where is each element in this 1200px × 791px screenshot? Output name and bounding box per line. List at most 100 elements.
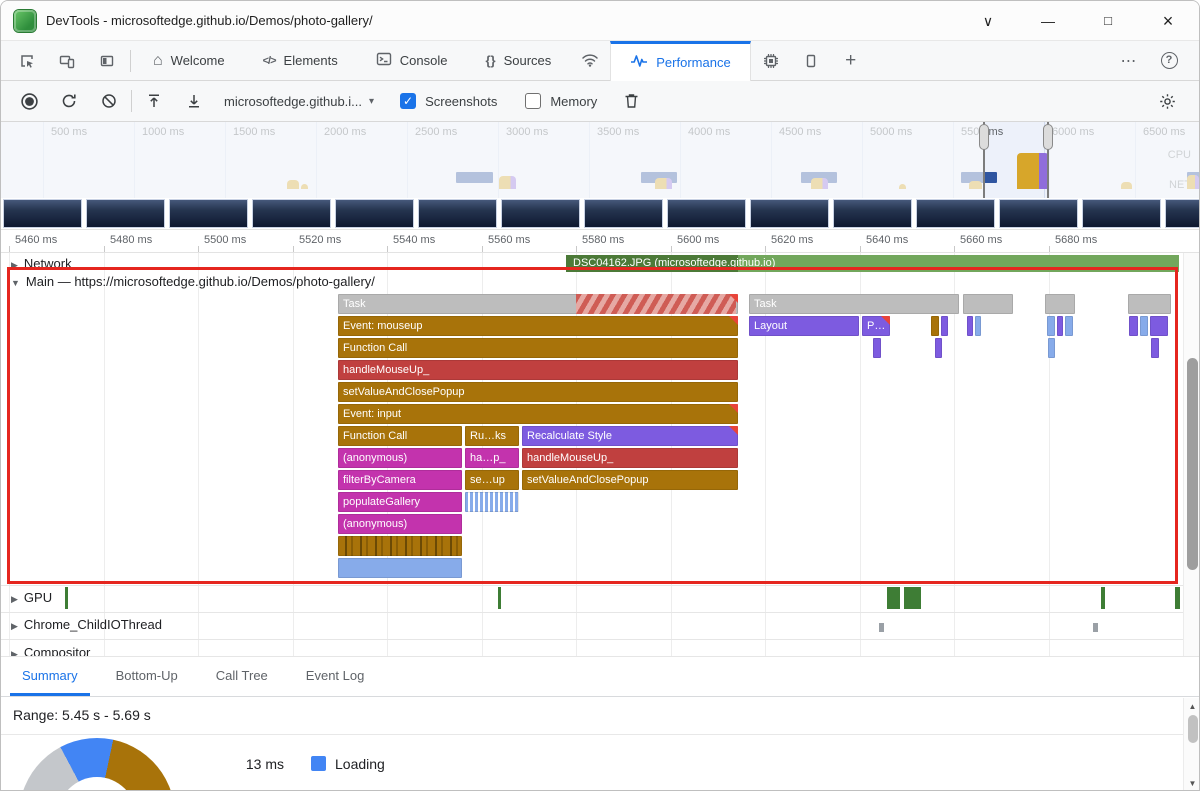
network-conditions-wifi-icon[interactable] — [570, 41, 610, 80]
flame-bar[interactable]: (anonymous) — [338, 448, 462, 468]
tab-call-tree[interactable]: Call Tree — [204, 657, 280, 696]
flame-bar[interactable]: se…up — [465, 470, 519, 490]
io-activity-bar[interactable] — [879, 623, 884, 632]
screenshot-thumbnail[interactable] — [3, 199, 82, 228]
flame-bar[interactable] — [935, 338, 942, 358]
machine-chip-icon[interactable] — [751, 41, 791, 80]
trash-icon[interactable] — [611, 81, 651, 121]
disclosure-collapsed-icon[interactable]: ▶ — [11, 260, 18, 270]
selection-handle-right[interactable] — [1047, 122, 1049, 198]
gpu-activity-bar[interactable] — [887, 587, 900, 609]
scroll-up-arrow-icon[interactable]: ▲ — [1184, 702, 1200, 711]
window-chevron-down-icon[interactable]: ∨ — [975, 9, 1001, 33]
scroll-down-arrow-icon[interactable]: ▼ — [1184, 779, 1200, 788]
flame-bar[interactable] — [941, 316, 948, 336]
device-frame-icon[interactable] — [791, 41, 831, 80]
save-profile-button[interactable] — [174, 81, 214, 121]
flame-bar[interactable] — [1047, 316, 1055, 336]
disclosure-collapsed-icon[interactable]: ▶ — [11, 594, 18, 604]
tab-console[interactable]: Console — [357, 41, 467, 80]
selection-handle-grip[interactable] — [979, 124, 989, 150]
flame-bar[interactable] — [1150, 316, 1168, 336]
window-minimize-button[interactable]: — — [1035, 9, 1061, 33]
flame-bar[interactable] — [963, 294, 1013, 314]
flame-bar[interactable] — [1128, 294, 1171, 314]
flame-bar[interactable]: handleMouseUp_ — [338, 360, 738, 380]
disclosure-expanded-icon[interactable]: ▼ — [11, 278, 20, 288]
timeline-overview[interactable]: CPU NET 500 ms1000 ms1500 ms2000 ms2500 … — [1, 122, 1200, 198]
dock-side-icon[interactable] — [87, 41, 127, 80]
flame-bar[interactable]: Event: mouseup — [338, 316, 738, 336]
flame-bar[interactable]: filterByCamera — [338, 470, 462, 490]
screenshot-thumbnail[interactable] — [86, 199, 165, 228]
flame-bar[interactable]: Event: input — [338, 404, 738, 424]
screenshots-toggle[interactable]: ✓ Screenshots — [400, 93, 497, 109]
window-maximize-button[interactable]: □ — [1095, 9, 1121, 33]
capture-settings-gear-icon[interactable] — [1147, 81, 1187, 121]
history-select[interactable]: microsoftedge.github.i... ▾ — [224, 94, 374, 109]
flame-bar[interactable] — [1057, 316, 1063, 336]
flame-bar[interactable] — [967, 316, 973, 336]
help-icon[interactable]: ? — [1149, 41, 1189, 80]
window-close-button[interactable]: × — [1155, 9, 1181, 33]
tracks-scrollbar-thumb[interactable] — [1187, 358, 1198, 570]
tab-bottom-up[interactable]: Bottom-Up — [104, 657, 190, 696]
screenshot-thumbnail[interactable] — [667, 199, 746, 228]
reload-and-record-button[interactable] — [49, 81, 89, 121]
gpu-activity-bar[interactable] — [498, 587, 501, 609]
gpu-track-header[interactable]: ▶GPU — [11, 590, 52, 605]
flame-bar[interactable]: Function Call — [338, 338, 738, 358]
screenshot-thumbnail[interactable] — [916, 199, 995, 228]
flame-bar[interactable]: setValueAndClosePopup — [338, 382, 738, 402]
tab-sources[interactable]: {} Sources — [466, 41, 570, 80]
flame-bar[interactable] — [931, 316, 939, 336]
flame-bar[interactable]: ha…p_ — [465, 448, 519, 468]
screenshot-thumbnail[interactable] — [1082, 199, 1161, 228]
screenshot-thumbnail[interactable] — [418, 199, 497, 228]
record-button[interactable] — [9, 81, 49, 121]
flame-bar[interactable]: Task — [338, 294, 738, 314]
screenshot-thumbnail[interactable] — [169, 199, 248, 228]
screenshot-thumbnail[interactable] — [833, 199, 912, 228]
flame-bar[interactable]: Recalculate Style — [522, 426, 738, 446]
disclosure-collapsed-icon[interactable]: ▶ — [11, 649, 18, 656]
flame-bar[interactable] — [1065, 316, 1073, 336]
screenshot-thumbnail[interactable] — [501, 199, 580, 228]
flame-bar[interactable]: Ru…ks — [465, 426, 519, 446]
disclosure-collapsed-icon[interactable]: ▶ — [11, 621, 18, 631]
screenshot-thumbnail[interactable] — [335, 199, 414, 228]
screenshot-thumbnail[interactable] — [584, 199, 663, 228]
main-track-header[interactable]: ▼Main — https://microsoftedge.github.io/… — [11, 274, 375, 289]
flame-bar[interactable] — [1151, 338, 1159, 358]
io-activity-bar[interactable] — [1093, 623, 1098, 632]
memory-toggle[interactable]: Memory — [525, 93, 597, 109]
tab-performance[interactable]: Performance — [610, 41, 750, 81]
gpu-activity-bar[interactable] — [65, 587, 68, 609]
flame-bar[interactable]: Task — [749, 294, 959, 314]
more-options-icon[interactable]: ⋯ — [1109, 41, 1149, 80]
tab-welcome[interactable]: ⌂ Welcome — [134, 41, 244, 80]
flame-bar[interactable] — [1045, 294, 1075, 314]
flame-bar[interactable]: setValueAndClosePopup — [522, 470, 738, 490]
gpu-activity-bar[interactable] — [904, 587, 921, 609]
inspect-element-icon[interactable] — [7, 41, 47, 80]
tab-elements[interactable]: </> Elements — [244, 41, 357, 80]
network-track-header[interactable]: ▶Network — [11, 256, 72, 271]
add-panel-icon[interactable]: + — [831, 41, 871, 80]
flame-bar[interactable]: handleMouseUp_ — [522, 448, 738, 468]
screenshot-thumbnail[interactable] — [1165, 199, 1200, 228]
compositor-track-header[interactable]: ▶Compositor — [11, 645, 90, 656]
flame-bar[interactable]: Layout — [749, 316, 859, 336]
load-profile-button[interactable] — [134, 81, 174, 121]
flame-bar[interactable] — [1048, 338, 1055, 358]
summary-scrollbar[interactable]: ▲ ▼ — [1183, 698, 1200, 791]
flame-bar[interactable] — [873, 338, 881, 358]
flame-bar[interactable]: Function Call — [338, 426, 462, 446]
selection-handle-grip[interactable] — [1043, 124, 1053, 150]
selection-handle-left[interactable] — [983, 122, 985, 198]
flame-bar[interactable] — [338, 558, 462, 578]
flame-bar[interactable] — [1129, 316, 1138, 336]
summary-scrollbar-thumb[interactable] — [1188, 715, 1198, 743]
gpu-activity-bar[interactable] — [1101, 587, 1105, 609]
device-emulation-icon[interactable] — [47, 41, 87, 80]
